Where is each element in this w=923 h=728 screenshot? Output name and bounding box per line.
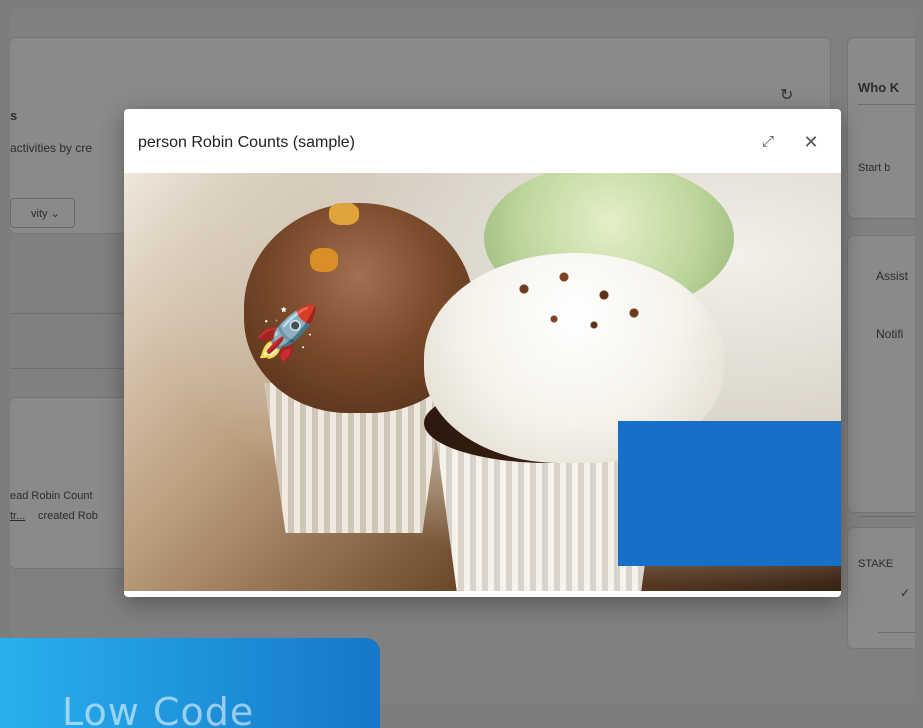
stakeholders-label: STAKE (858, 558, 894, 570)
assistant-card: Assist Notifi (848, 236, 915, 512)
topping (329, 203, 359, 225)
notifications-label: Notifi (876, 327, 904, 341)
activity-item-text: ead Robin Count (10, 490, 93, 502)
assist-label: Assist (876, 269, 909, 283)
topping (310, 248, 338, 272)
dialog-header: person Robin Counts (sample) ⤢ ✕ (124, 109, 841, 173)
chocolate-sprinkles (484, 253, 684, 373)
who-knows-card: Who K Start b (848, 38, 915, 218)
activities-subtext: activities by cre (10, 141, 93, 155)
contact-card-dialog: person Robin Counts (sample) ⤢ ✕ 🚀 (124, 109, 841, 597)
banner-text: Low Code (62, 690, 255, 728)
low-code-banner: Low Code (0, 638, 380, 728)
check-icon: ✓ (900, 586, 911, 600)
close-icon[interactable]: ✕ (800, 131, 822, 153)
who-knows-title: Who K (858, 80, 900, 95)
activity-item-text: created Rob (38, 510, 98, 522)
divider (878, 632, 915, 633)
activity-filter-dropdown[interactable]: vity ⌄ (10, 198, 75, 228)
rocket-icon: 🚀 (254, 305, 320, 363)
stakeholders-card: STAKE ✓ (848, 516, 915, 648)
activities-heading: s (10, 108, 18, 123)
dialog-title: person Robin Counts (sample) (138, 134, 355, 151)
expand-icon[interactable]: ⤢ (757, 131, 779, 153)
chevron-down-icon: ⌄ (50, 208, 60, 220)
divider (858, 516, 915, 517)
cupcake-photo: 🚀 (124, 173, 841, 591)
app-window: s activities by cre vity ⌄ ↻ ead Robin C… (10, 8, 915, 704)
blue-overlay-box (618, 421, 841, 566)
refresh-icon[interactable]: ↻ (780, 88, 796, 104)
activity-item-link[interactable]: tr... (10, 510, 25, 522)
who-knows-text: Start b (858, 162, 891, 174)
divider (858, 104, 915, 105)
activity-filter-label: vity (31, 208, 48, 220)
